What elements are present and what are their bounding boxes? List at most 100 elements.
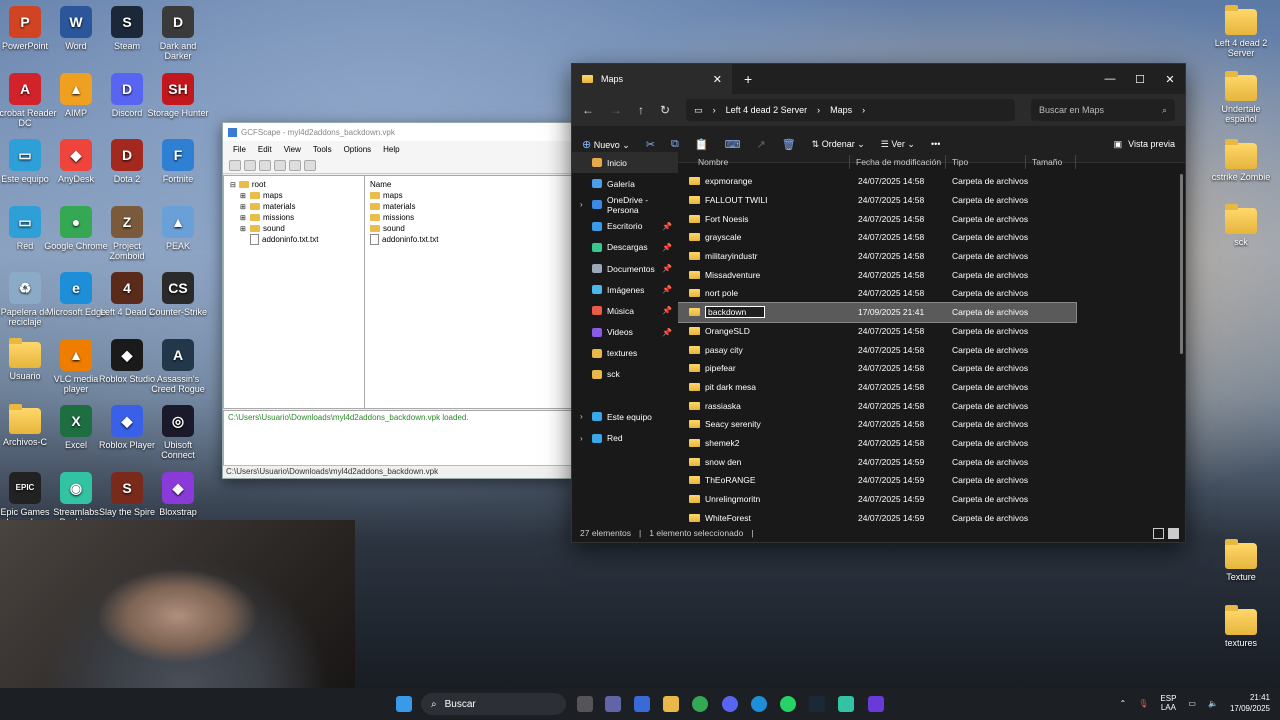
sort-button[interactable]: ⇅ Ordenar ⌄ [812,139,865,150]
store-icon[interactable] [634,696,650,712]
view-icon[interactable] [304,160,316,171]
file-row[interactable]: nort pole 24/07/2025 14:58 Carpeta de arch… [678,284,1185,303]
file-row[interactable]: Unrelingmoritn 24/07/2025 14:59 Carpeta de… [678,490,1185,509]
file-row[interactable]: ThEoRANGE 24/07/2025 14:59 Carpeta de arch… [678,471,1185,490]
desktop-icon[interactable]: ◆ Bloxstrap [146,471,210,517]
app-icon[interactable] [868,696,884,712]
find-icon[interactable] [289,160,301,171]
maximize-icon[interactable]: ☐ [1125,73,1155,86]
menu-item[interactable]: Options [344,145,372,154]
file-row[interactable]: FALLOUT TWILI 24/07/2025 14:58 Carpeta de … [678,191,1185,210]
whatsapp-icon[interactable] [780,696,796,712]
refresh-icon[interactable]: ↻ [660,103,670,117]
rename-input[interactable]: backdown [705,306,765,319]
sidebar-item[interactable]: › Este equipo [572,406,678,427]
file-row[interactable]: militaryindustr 24/07/2025 14:58 Carpeta d… [678,247,1185,266]
file-row[interactable]: shemek2 24/07/2025 14:58 Carpeta de archiv… [678,434,1185,453]
explorer-tab[interactable]: Maps ✕ [572,64,732,94]
col-type[interactable]: Tipo [946,155,1026,169]
chevron-up-icon[interactable]: ⌃ [1120,699,1127,708]
tiles-view-icon[interactable] [1168,527,1179,539]
desktop-icon[interactable]: Left 4 dead 2 Server [1209,5,1273,58]
file-row[interactable]: Fort Noesis 24/07/2025 14:58 Carpeta de ar… [678,209,1185,228]
tree-expand-icon[interactable]: ⊞ [240,214,247,222]
list-item[interactable]: missions [370,212,572,223]
back-icon[interactable] [244,160,256,171]
start-icon[interactable] [396,696,412,712]
desktop-icon[interactable]: CS Counter-Strike [146,272,210,317]
desktop-icon[interactable]: cstrike Zombie [1209,139,1273,182]
file-row[interactable]: pit dark mesa 24/07/2025 14:58 Carpeta de … [678,378,1185,397]
file-explorer-icon[interactable] [663,696,679,712]
chevron-right-icon[interactable]: › [580,200,583,209]
desktop-icon[interactable]: Undertale español [1209,71,1273,124]
details-view-icon[interactable] [1153,527,1164,539]
paste-icon[interactable]: 📋 [695,138,709,151]
streamlabs-icon[interactable] [838,696,854,712]
tree-item[interactable]: ⊞ missions [240,212,364,223]
back-icon[interactable]: ← [582,103,594,117]
list-item[interactable]: sound [370,223,572,234]
discord-icon[interactable] [722,696,738,712]
tree-item[interactable]: ⊞ sound [240,223,364,234]
preview-button[interactable]: ▣ Vista previa [1114,139,1175,150]
teams-icon[interactable] [605,696,621,712]
desktop-icon[interactable]: Texture [1209,539,1273,582]
tree-root[interactable]: ⊟ root [230,179,364,190]
file-row[interactable]: WhiteForest 24/07/2025 14:59 Carpeta de ar… [678,508,1185,524]
network-icon[interactable]: ▭ [1188,699,1196,708]
sidebar-item[interactable]: Documentos 📌 [572,258,678,279]
share-icon[interactable]: ↗ [756,138,765,151]
desktop-icon[interactable]: textures [1209,605,1273,648]
cut-icon[interactable]: ✂ [646,138,655,151]
gcfscape-window[interactable]: GCFScape - myl4d2addons_backdown.vpk Fil… [222,122,574,479]
list-item[interactable]: addoninfo.txt.txt [370,234,572,245]
file-row[interactable]: pipefear 24/07/2025 14:58 Carpeta de archi… [678,359,1185,378]
tree-expand-icon[interactable]: ⊞ [240,203,247,211]
up-icon[interactable] [274,160,286,171]
chevron-right-icon[interactable]: › [580,434,583,443]
desktop-icon[interactable]: D Dark and Darker [146,6,210,61]
menu-item[interactable]: Help [383,145,399,154]
explorer-window[interactable]: Maps ✕ + — ☐ ✕ ← → ↑ ↻ ▭ › Left 4 dead 2… [571,63,1186,543]
scrollbar[interactable] [1180,174,1183,354]
sidebar-item[interactable]: › OneDrive - Persona [572,194,678,215]
tree-expand-icon[interactable]: ⊟ [230,181,236,189]
open-icon[interactable] [229,160,241,171]
forward-icon[interactable] [259,160,271,171]
new-tab-icon[interactable]: + [744,71,752,87]
file-row[interactable]: rassiaska 24/07/2025 14:58 Carpeta de arch… [678,396,1185,415]
delete-icon[interactable]: 🗑 [782,138,796,151]
view-button[interactable]: ☰ Ver ⌄ [881,139,915,150]
sidebar-item[interactable]: Descargas 📌 [572,237,678,258]
menu-item[interactable]: File [233,145,246,154]
sidebar-item[interactable]: Inicio [572,152,678,174]
volume-icon[interactable]: 🔈 [1208,699,1218,708]
chevron-right-icon[interactable]: › [580,412,583,421]
search-input[interactable]: Buscar en Maps ⌕ [1031,99,1175,121]
menu-item[interactable]: Tools [313,145,332,154]
clock[interactable]: 21:41 17/09/2025 [1230,692,1270,714]
desktop-icon[interactable]: SH Storage Hunter [146,72,210,118]
tree-item[interactable]: addoninfo.txt.txt [240,234,364,245]
file-row[interactable]: expmorange 24/07/2025 14:58 Carpeta de arc… [678,172,1185,191]
tree-expand-icon[interactable]: ⊞ [240,192,247,200]
tree-expand-icon[interactable]: ⊞ [240,225,247,233]
up-icon[interactable]: ↑ [638,103,644,117]
gcfscape-title-bar[interactable]: GCFScape - myl4d2addons_backdown.vpk [223,123,573,141]
minimize-icon[interactable]: — [1095,73,1125,86]
list-item[interactable]: materials [370,201,572,212]
file-row[interactable]: OrangeSLD 24/07/2025 14:58 Carpeta de arch… [678,322,1185,341]
copy-icon[interactable]: ⧉ [671,138,679,151]
sidebar-item[interactable]: Galería [572,173,678,194]
edge-icon[interactable] [751,696,767,712]
sidebar-item[interactable]: Escritorio 📌 [572,216,678,237]
file-row[interactable]: Missadventure 24/07/2025 14:58 Carpeta de … [678,265,1185,284]
menu-item[interactable]: Edit [258,145,272,154]
more-icon[interactable]: ••• [931,139,940,149]
close-window-icon[interactable]: ✕ [1155,73,1185,86]
close-tab-icon[interactable]: ✕ [713,73,722,86]
sidebar-item[interactable]: › Red [572,427,678,448]
file-row[interactable]: grayscale 24/07/2025 14:58 Carpeta de arch… [678,228,1185,247]
language-indicator[interactable]: ESP LAA [1160,694,1176,712]
